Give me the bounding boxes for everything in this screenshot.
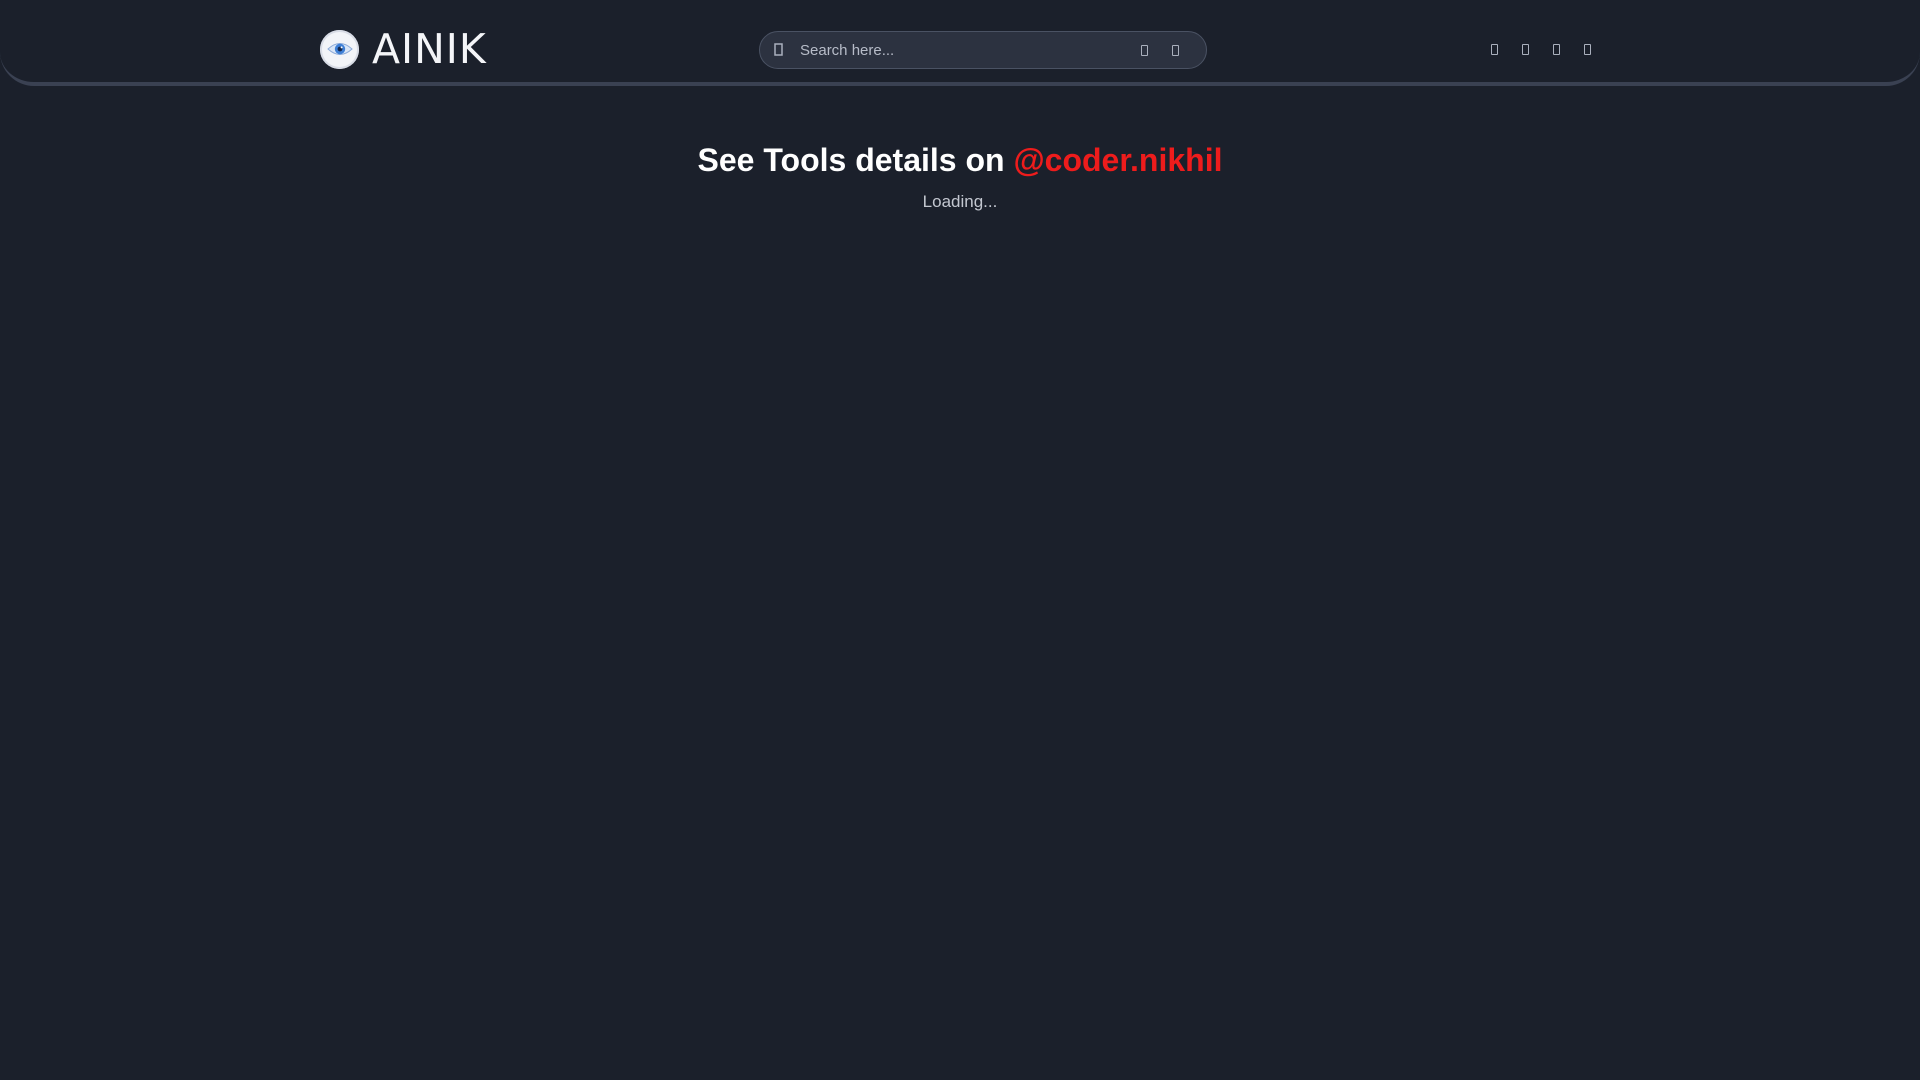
category-icon[interactable]	[1516, 39, 1534, 59]
search-icon	[772, 42, 788, 58]
eye-logo-icon	[320, 29, 359, 69]
creator-profile-link[interactable]: @coder.nikhil	[1013, 142, 1222, 178]
menu-icon[interactable]	[1578, 39, 1596, 59]
bookmark-icon[interactable]	[1547, 39, 1565, 59]
search-bar	[759, 31, 1207, 69]
top-navbar: AINIK	[0, 0, 1920, 86]
search-input[interactable]	[800, 32, 1120, 68]
microphone-icon[interactable]	[1135, 41, 1153, 59]
header-nav-icons	[1485, 39, 1596, 59]
loading-status: Loading...	[922, 192, 998, 211]
brand-name: AINIK	[372, 25, 487, 73]
page-heading: See Tools details on @coder.nikhil	[0, 139, 1920, 181]
heading-prefix: See Tools details on	[697, 142, 1005, 179]
brand-logo[interactable]: AINIK	[320, 25, 487, 73]
camera-icon[interactable]	[1166, 41, 1184, 59]
home-icon[interactable]	[1485, 39, 1503, 59]
